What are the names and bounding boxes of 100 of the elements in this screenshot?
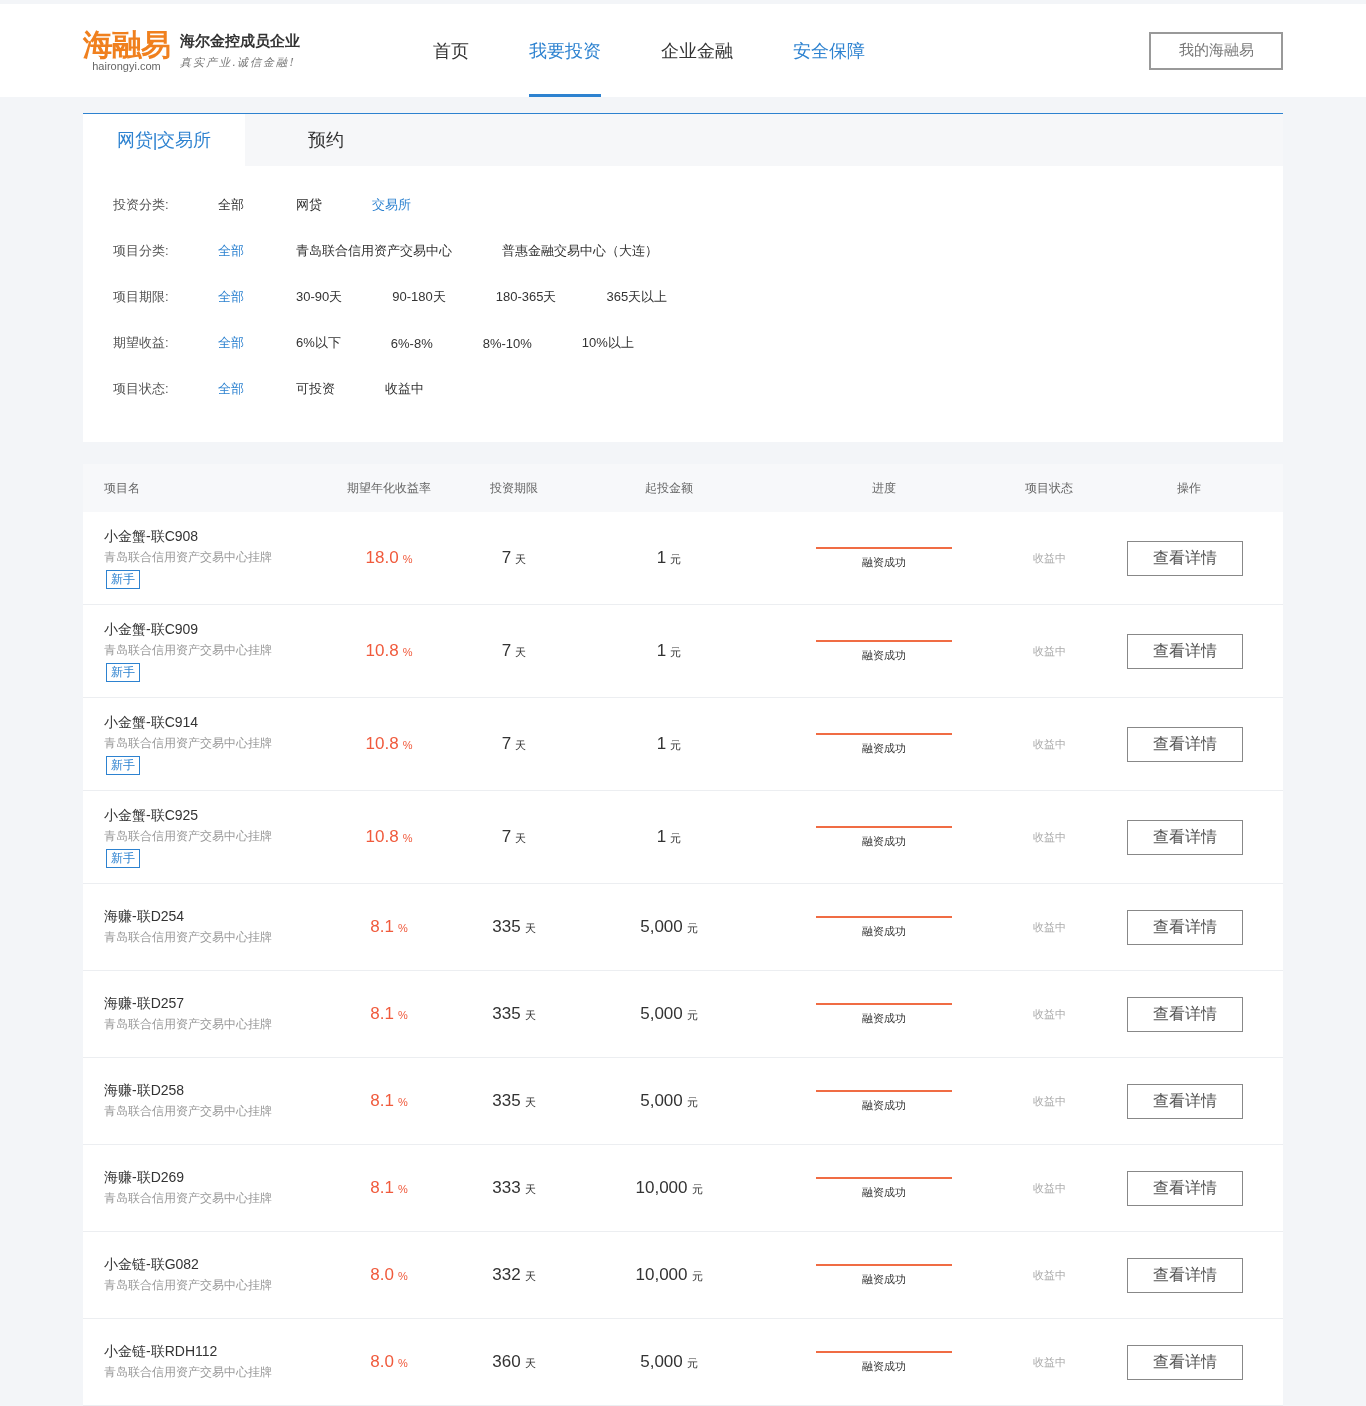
exchange-text: 青岛联合信用资产交易中心挂牌: [104, 1277, 272, 1294]
amount-value: 5,000 元: [639, 1091, 699, 1111]
progress-label: 融资成功: [862, 554, 906, 570]
rate-value: 10.8 %: [364, 827, 414, 847]
column-header: 操作: [1175, 479, 1202, 497]
progress-label: 融资成功: [862, 1184, 906, 1200]
filter-option[interactable]: 全部: [218, 288, 246, 306]
amount-value: 1 元: [655, 734, 683, 754]
exchange-text: 青岛联合信用资产交易中心挂牌: [104, 827, 272, 845]
filter-option[interactable]: 30-90天: [296, 288, 343, 306]
filter-option[interactable]: 90-180天: [392, 288, 446, 306]
filter-option[interactable]: 普惠金融交易中心（大连）: [502, 242, 658, 260]
status-text: 收益中: [1031, 550, 1067, 566]
details-button[interactable]: 查看详情: [1126, 726, 1243, 762]
filter-option[interactable]: 可投资: [296, 380, 335, 398]
details-button[interactable]: 查看详情: [1126, 1170, 1243, 1206]
column-header: 项目名: [104, 479, 141, 497]
progress-label: 融资成功: [862, 833, 906, 849]
filter-option[interactable]: 365天以上: [606, 288, 668, 306]
status-text: 收益中: [1031, 1093, 1067, 1109]
details-button[interactable]: 查看详情: [1126, 996, 1243, 1032]
rate-value: 18.0 %: [364, 548, 414, 568]
product-name: 海赚-联D269: [104, 1169, 185, 1187]
filter-option[interactable]: 交易所: [372, 196, 411, 214]
term-value: 7 天: [500, 548, 528, 568]
logo-domain: hairongyi.com: [92, 59, 161, 72]
nav-link[interactable]: 首页: [433, 4, 469, 97]
status-text: 收益中: [1031, 1354, 1067, 1370]
status-text: 收益中: [1031, 829, 1067, 845]
tab[interactable]: 预约: [245, 114, 407, 166]
rate-value: 8.1 %: [369, 1091, 409, 1111]
filter-option[interactable]: 全部: [218, 380, 246, 398]
filter-option[interactable]: 10%以上: [581, 334, 634, 352]
details-button[interactable]: 查看详情: [1126, 633, 1243, 669]
filter-label: 投资分类:: [113, 196, 170, 214]
details-button[interactable]: 查看详情: [1126, 540, 1243, 576]
status-text: 收益中: [1031, 736, 1067, 752]
product-name: 海赚-联D257: [104, 995, 185, 1013]
filter-label: 项目状态:: [113, 380, 170, 398]
status-text: 收益中: [1031, 1006, 1067, 1022]
progress-label: 融资成功: [862, 740, 906, 756]
details-button[interactable]: 查看详情: [1126, 819, 1243, 855]
filter-option[interactable]: 网贷: [296, 196, 322, 214]
details-button[interactable]: 查看详情: [1126, 1083, 1243, 1119]
status-text: 收益中: [1031, 643, 1067, 659]
filter-label: 项目分类:: [113, 242, 170, 260]
details-button[interactable]: 查看详情: [1126, 909, 1243, 945]
amount-value: 5,000 元: [639, 917, 699, 937]
exchange-text: 青岛联合信用资产交易中心挂牌: [104, 929, 272, 946]
exchange-text: 青岛联合信用资产交易中心挂牌: [104, 1364, 272, 1381]
account-button[interactable]: 我的海融易: [1149, 31, 1283, 70]
exchange-text: 青岛联合信用资产交易中心挂牌: [104, 1103, 272, 1120]
product-name: 小金链-联RDH112: [104, 1343, 218, 1361]
term-value: 333 天: [491, 1178, 537, 1198]
filter-option[interactable]: 全部: [218, 334, 246, 352]
column-header: 期望年化收益率: [346, 479, 432, 497]
column-header: 投资期限: [489, 479, 539, 497]
product-name: 海赚-联D254: [104, 908, 185, 926]
exchange-text: 青岛联合信用资产交易中心挂牌: [104, 734, 272, 752]
progress-label: 融资成功: [862, 647, 906, 663]
newbie-tag: 新手: [106, 848, 140, 868]
details-button[interactable]: 查看详情: [1126, 1257, 1243, 1293]
filter-option[interactable]: 8%-10%: [482, 335, 532, 351]
filter-option[interactable]: 6%-8%: [390, 335, 433, 351]
nav-link[interactable]: 我要投资: [529, 4, 601, 97]
amount-value: 5,000 元: [639, 1352, 699, 1372]
rate-value: 8.1 %: [369, 1178, 409, 1198]
filter-option[interactable]: 全部: [218, 242, 246, 260]
newbie-tag: 新手: [106, 569, 140, 589]
amount-value: 1 元: [655, 548, 683, 568]
column-header: 起投金额: [644, 479, 694, 497]
details-button[interactable]: 查看详情: [1126, 1344, 1243, 1380]
product-name: 小金蟹-联C925: [104, 806, 199, 825]
status-text: 收益中: [1031, 1180, 1067, 1196]
product-name: 小金链-联G082: [104, 1256, 199, 1274]
product-name: 小金蟹-联C914: [104, 713, 199, 732]
filter-option[interactable]: 180-365天: [495, 288, 557, 306]
progress-label: 融资成功: [862, 1010, 906, 1026]
logo-slogan: 真实产业.诚信金融!: [180, 54, 297, 70]
filter-option[interactable]: 全部: [218, 196, 246, 214]
column-header: 项目状态: [1024, 479, 1074, 497]
filter-option[interactable]: 收益中: [385, 380, 424, 398]
rate-value: 8.0 %: [369, 1265, 409, 1285]
term-value: 7 天: [500, 641, 528, 661]
product-name: 小金蟹-联C909: [104, 620, 199, 639]
amount-value: 1 元: [655, 827, 683, 847]
filter-option[interactable]: 6%以下: [296, 334, 341, 352]
term-value: 332 天: [491, 1265, 537, 1285]
tab[interactable]: 网贷|交易所: [83, 114, 245, 166]
logo-wordmark: 海融易: [83, 29, 170, 60]
amount-value: 10,000 元: [634, 1178, 704, 1198]
filter-label: 期望收益:: [113, 334, 170, 352]
status-text: 收益中: [1031, 919, 1067, 935]
filter-option[interactable]: 青岛联合信用资产交易中心: [296, 242, 452, 260]
nav-link[interactable]: 企业金融: [661, 4, 733, 97]
exchange-text: 青岛联合信用资产交易中心挂牌: [104, 641, 272, 659]
term-value: 335 天: [491, 917, 537, 937]
nav-link[interactable]: 安全保障: [793, 4, 865, 97]
newbie-tag: 新手: [106, 755, 140, 775]
term-value: 7 天: [500, 734, 528, 754]
